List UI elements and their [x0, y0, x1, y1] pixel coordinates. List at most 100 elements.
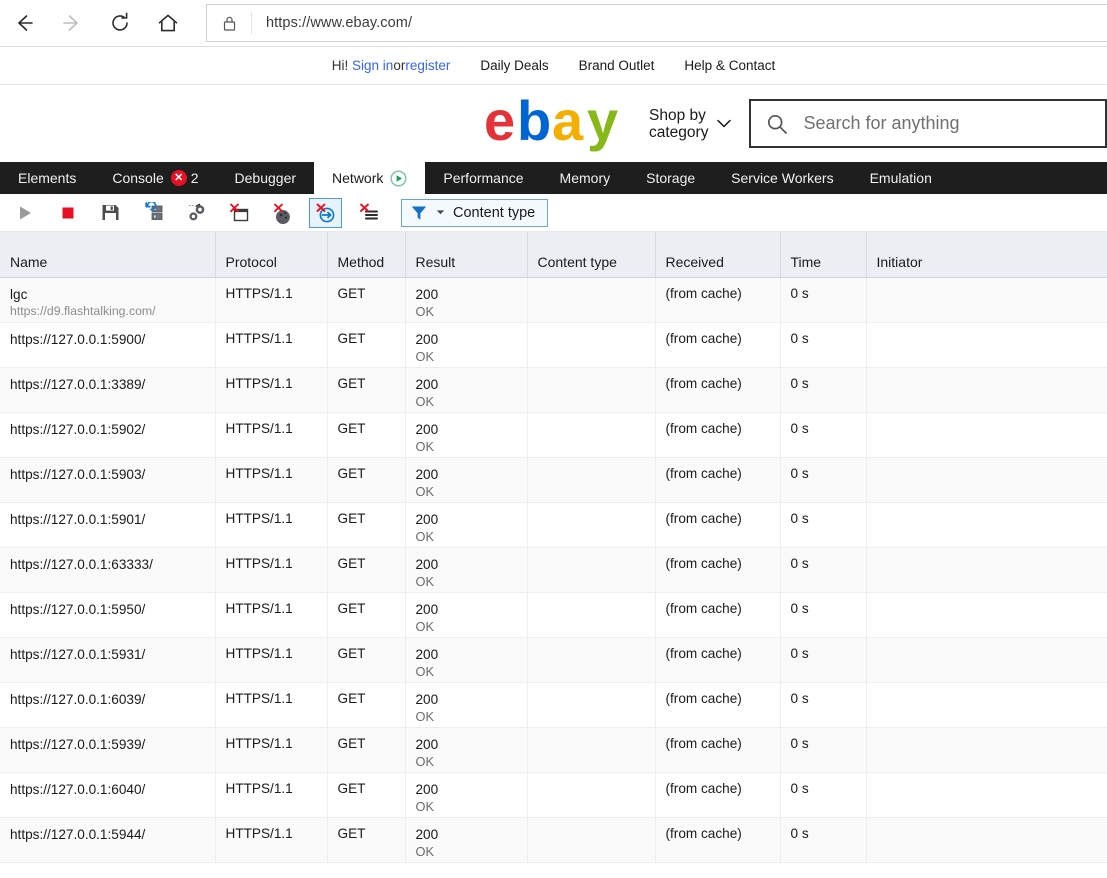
clear-on-navigate-icon [315, 202, 337, 224]
cell-time: 0 s [780, 817, 866, 862]
address-url-text: https://www.ebay.com/ [252, 15, 412, 31]
cell-name: lgchttps://d9.flashtalking.com/ [0, 277, 215, 322]
table-row[interactable]: https://127.0.0.1:63333/HTTPS/1.1GET200O… [0, 547, 1107, 592]
column-header-method[interactable]: Method [327, 232, 405, 277]
daily-deals-link[interactable]: Daily Deals [480, 58, 548, 73]
cell-content-type [527, 412, 655, 457]
table-row[interactable]: https://127.0.0.1:5900/HTTPS/1.1GET200OK… [0, 322, 1107, 367]
table-row[interactable]: https://127.0.0.1:6040/HTTPS/1.1GET200OK… [0, 772, 1107, 817]
cell-protocol: HTTPS/1.1 [215, 682, 327, 727]
clear-entries-button[interactable] [223, 198, 256, 228]
cell-result: 200OK [405, 457, 527, 502]
tab-network[interactable]: Network [314, 162, 425, 194]
clear-on-navigate-button[interactable] [309, 198, 342, 228]
table-row[interactable]: https://127.0.0.1:5901/HTTPS/1.1GET200OK… [0, 502, 1107, 547]
cell-method: GET [327, 457, 405, 502]
table-row[interactable]: https://127.0.0.1:5931/HTTPS/1.1GET200OK… [0, 637, 1107, 682]
save-session-button[interactable] [94, 198, 127, 228]
cell-initiator [866, 367, 1107, 412]
tab-performance[interactable]: Performance [425, 162, 541, 194]
tab-emulation[interactable]: Emulation [852, 162, 950, 194]
table-row[interactable]: https://127.0.0.1:5939/HTTPS/1.1GET200OK… [0, 727, 1107, 772]
column-header-initiator[interactable]: Initiator [866, 232, 1107, 277]
start-profiling-button[interactable] [8, 198, 41, 228]
cell-result: 200OK [405, 547, 527, 592]
clear-cache-button[interactable] [266, 198, 299, 228]
stop-profiling-button[interactable] [51, 198, 84, 228]
back-button[interactable] [0, 0, 48, 47]
table-row[interactable]: https://127.0.0.1:5950/HTTPS/1.1GET200OK… [0, 592, 1107, 637]
gears-icon [186, 202, 208, 224]
cell-method: GET [327, 367, 405, 412]
request-name: https://127.0.0.1:5903/ [10, 466, 215, 483]
column-header-result[interactable]: Result [405, 232, 527, 277]
import-session-button[interactable] [137, 198, 170, 228]
table-row[interactable]: https://127.0.0.1:5903/HTTPS/1.1GET200OK… [0, 457, 1107, 502]
cell-initiator [866, 412, 1107, 457]
request-name: https://127.0.0.1:63333/ [10, 556, 215, 573]
error-x-icon: ✕ [171, 170, 187, 186]
result-text: OK [416, 618, 527, 636]
table-header-row: Name Protocol Method Result Content type… [0, 232, 1107, 277]
table-row[interactable]: https://127.0.0.1:5902/HTTPS/1.1GET200OK… [0, 412, 1107, 457]
tab-debugger[interactable]: Debugger [217, 162, 315, 194]
settings-button[interactable] [180, 198, 213, 228]
sign-in-link[interactable]: Sign in [352, 58, 393, 73]
tab-memory[interactable]: Memory [542, 162, 629, 194]
cell-protocol: HTTPS/1.1 [215, 772, 327, 817]
svg-text:a: a [552, 95, 584, 152]
ebay-logo[interactable]: e b a y [484, 95, 631, 153]
cell-content-type [527, 592, 655, 637]
cell-content-type [527, 682, 655, 727]
cell-initiator [866, 772, 1107, 817]
column-header-content-type[interactable]: Content type [527, 232, 655, 277]
padlock-icon [207, 12, 252, 34]
table-row[interactable]: https://127.0.0.1:6039/HTTPS/1.1GET200OK… [0, 682, 1107, 727]
column-header-name[interactable]: Name [0, 232, 215, 277]
cell-result: 200OK [405, 277, 527, 322]
shop-by-category-button[interactable]: Shop by category [649, 107, 731, 141]
register-link[interactable]: register [405, 58, 450, 73]
ebay-top-navigation: Hi! Sign in or register Daily Deals Bran… [0, 47, 1107, 85]
search-input[interactable]: Search for anything [749, 99, 1107, 148]
tab-service-workers[interactable]: Service Workers [713, 162, 851, 194]
shop-by-line-1: Shop by [649, 107, 706, 124]
tab-elements[interactable]: Elements [0, 162, 94, 194]
table-row[interactable]: lgchttps://d9.flashtalking.com/HTTPS/1.1… [0, 277, 1107, 322]
result-code: 200 [416, 286, 527, 303]
stop-square-icon [58, 203, 78, 223]
result-text: OK [416, 798, 527, 816]
content-type-filter-button[interactable]: Content type [401, 199, 548, 227]
result-code: 200 [416, 466, 527, 483]
brand-outlet-link[interactable]: Brand Outlet [579, 58, 655, 73]
clear-summary-button[interactable] [352, 198, 385, 228]
column-header-received[interactable]: Received [655, 232, 780, 277]
or-separator: or [393, 58, 405, 73]
cell-content-type [527, 277, 655, 322]
result-code: 200 [416, 376, 527, 393]
tab-console[interactable]: Console ✕ 2 [94, 162, 216, 194]
tab-storage[interactable]: Storage [628, 162, 713, 194]
home-button[interactable] [144, 0, 192, 47]
help-contact-link[interactable]: Help & Contact [684, 58, 775, 73]
devtools-tab-bar: Elements Console ✕ 2 Debugger Network Pe… [0, 162, 1107, 194]
search-icon [751, 113, 803, 135]
address-bar[interactable]: https://www.ebay.com/ [206, 4, 1107, 42]
cell-method: GET [327, 502, 405, 547]
forward-button[interactable] [48, 0, 96, 47]
console-error-badge: ✕ 2 [171, 170, 199, 186]
table-row[interactable]: https://127.0.0.1:5944/HTTPS/1.1GET200OK… [0, 817, 1107, 862]
shop-by-line-2: category [649, 124, 708, 141]
column-header-protocol[interactable]: Protocol [215, 232, 327, 277]
column-header-time[interactable]: Time [780, 232, 866, 277]
reload-button[interactable] [96, 0, 144, 47]
cell-protocol: HTTPS/1.1 [215, 547, 327, 592]
cell-time: 0 s [780, 457, 866, 502]
result-code: 200 [416, 781, 527, 798]
floppy-disk-icon [100, 202, 121, 223]
table-row[interactable]: https://127.0.0.1:3389/HTTPS/1.1GET200OK… [0, 367, 1107, 412]
cell-name: https://127.0.0.1:5902/ [0, 412, 215, 457]
request-url: https://d9.flashtalking.com/ [10, 303, 215, 320]
cell-received: (from cache) [655, 817, 780, 862]
server-refresh-icon [143, 202, 165, 224]
